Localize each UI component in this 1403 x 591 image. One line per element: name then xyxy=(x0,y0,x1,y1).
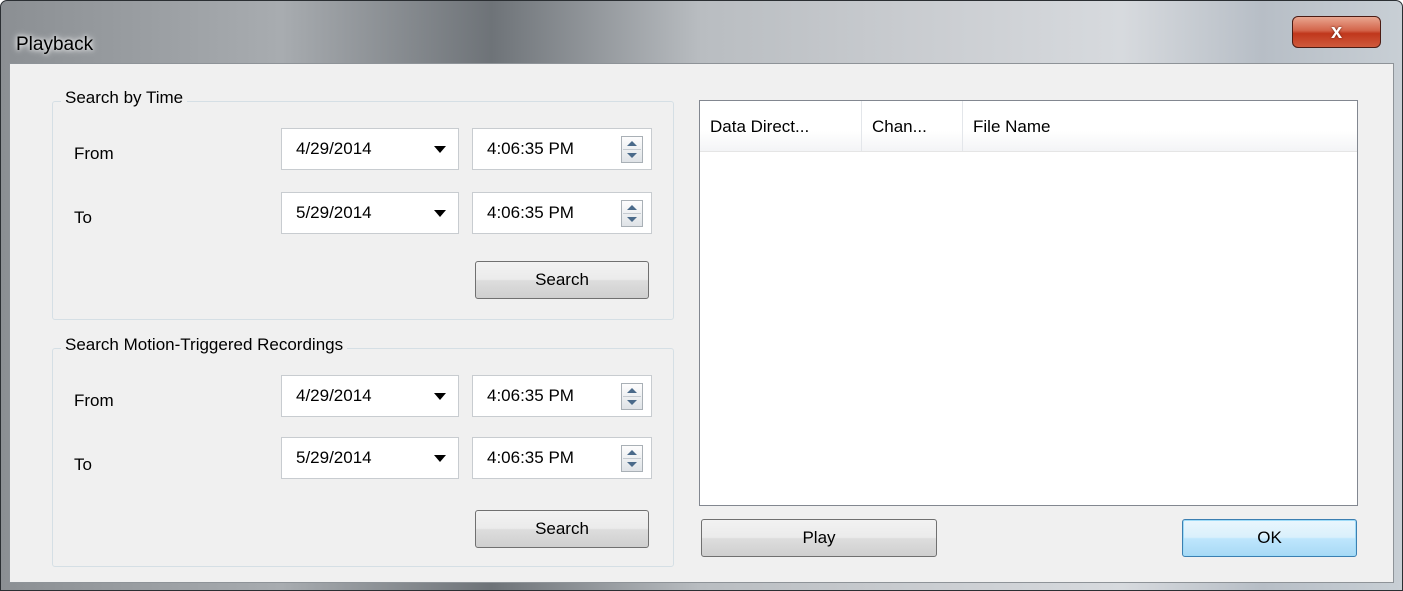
title-bar[interactable]: Playback x xyxy=(1,1,1402,63)
from-date-value: 4/29/2014 xyxy=(296,139,372,158)
play-button[interactable]: Play xyxy=(701,519,937,557)
from-time-value: 4:06:35 PM xyxy=(487,139,574,158)
chevron-down-icon[interactable] xyxy=(434,393,446,400)
search-motion-group: Search Motion-Triggered Recordings From … xyxy=(52,335,674,567)
ok-button[interactable]: OK xyxy=(1182,519,1357,557)
to-label: To xyxy=(74,208,92,227)
column-header-data-directory[interactable]: Data Direct... xyxy=(700,101,862,151)
close-button[interactable]: x xyxy=(1292,16,1381,48)
from-time-value: 4:06:35 PM xyxy=(487,386,574,405)
chevron-down-icon[interactable] xyxy=(434,210,446,217)
to-date-picker[interactable]: 5/29/2014 xyxy=(281,437,459,479)
spinner-icon[interactable] xyxy=(621,200,643,227)
to-date-value: 5/29/2014 xyxy=(296,203,372,222)
search-motion-button[interactable]: Search xyxy=(475,510,649,548)
to-time-value: 4:06:35 PM xyxy=(487,203,574,222)
spinner-icon[interactable] xyxy=(621,445,643,472)
group-title: Search by Time xyxy=(61,88,188,108)
from-date-value: 4/29/2014 xyxy=(296,386,372,405)
from-label: From xyxy=(74,391,114,410)
chevron-down-icon[interactable] xyxy=(434,146,446,153)
spinner-icon[interactable] xyxy=(621,383,643,410)
window-title: Playback xyxy=(16,34,94,55)
to-time-picker[interactable]: 4:06:35 PM xyxy=(472,192,652,234)
group-title: Search Motion-Triggered Recordings xyxy=(61,335,348,355)
to-label: To xyxy=(74,455,92,474)
search-time-button[interactable]: Search xyxy=(475,261,649,299)
search-by-time-group: Search by Time From 4/29/2014 4:06:35 PM… xyxy=(52,88,674,320)
chevron-down-icon[interactable] xyxy=(434,455,446,462)
to-date-picker[interactable]: 5/29/2014 xyxy=(281,192,459,234)
spinner-icon[interactable] xyxy=(621,136,643,163)
close-icon: x xyxy=(1330,20,1343,43)
from-time-picker[interactable]: 4:06:35 PM xyxy=(472,375,652,417)
playback-window: Playback x Search by Time From 4/29/2014… xyxy=(0,0,1403,591)
results-list[interactable]: Data Direct... Chan... File Name xyxy=(699,100,1358,506)
column-header-file-name[interactable]: File Name xyxy=(963,101,1357,151)
to-time-value: 4:06:35 PM xyxy=(487,448,574,467)
column-header-channel[interactable]: Chan... xyxy=(862,101,963,151)
from-time-picker[interactable]: 4:06:35 PM xyxy=(472,128,652,170)
dialog-client-area: Search by Time From 4/29/2014 4:06:35 PM… xyxy=(9,63,1394,583)
to-time-picker[interactable]: 4:06:35 PM xyxy=(472,437,652,479)
to-date-value: 5/29/2014 xyxy=(296,448,372,467)
from-date-picker[interactable]: 4/29/2014 xyxy=(281,375,459,417)
from-date-picker[interactable]: 4/29/2014 xyxy=(281,128,459,170)
list-header: Data Direct... Chan... File Name xyxy=(700,101,1357,152)
from-label: From xyxy=(74,144,114,163)
